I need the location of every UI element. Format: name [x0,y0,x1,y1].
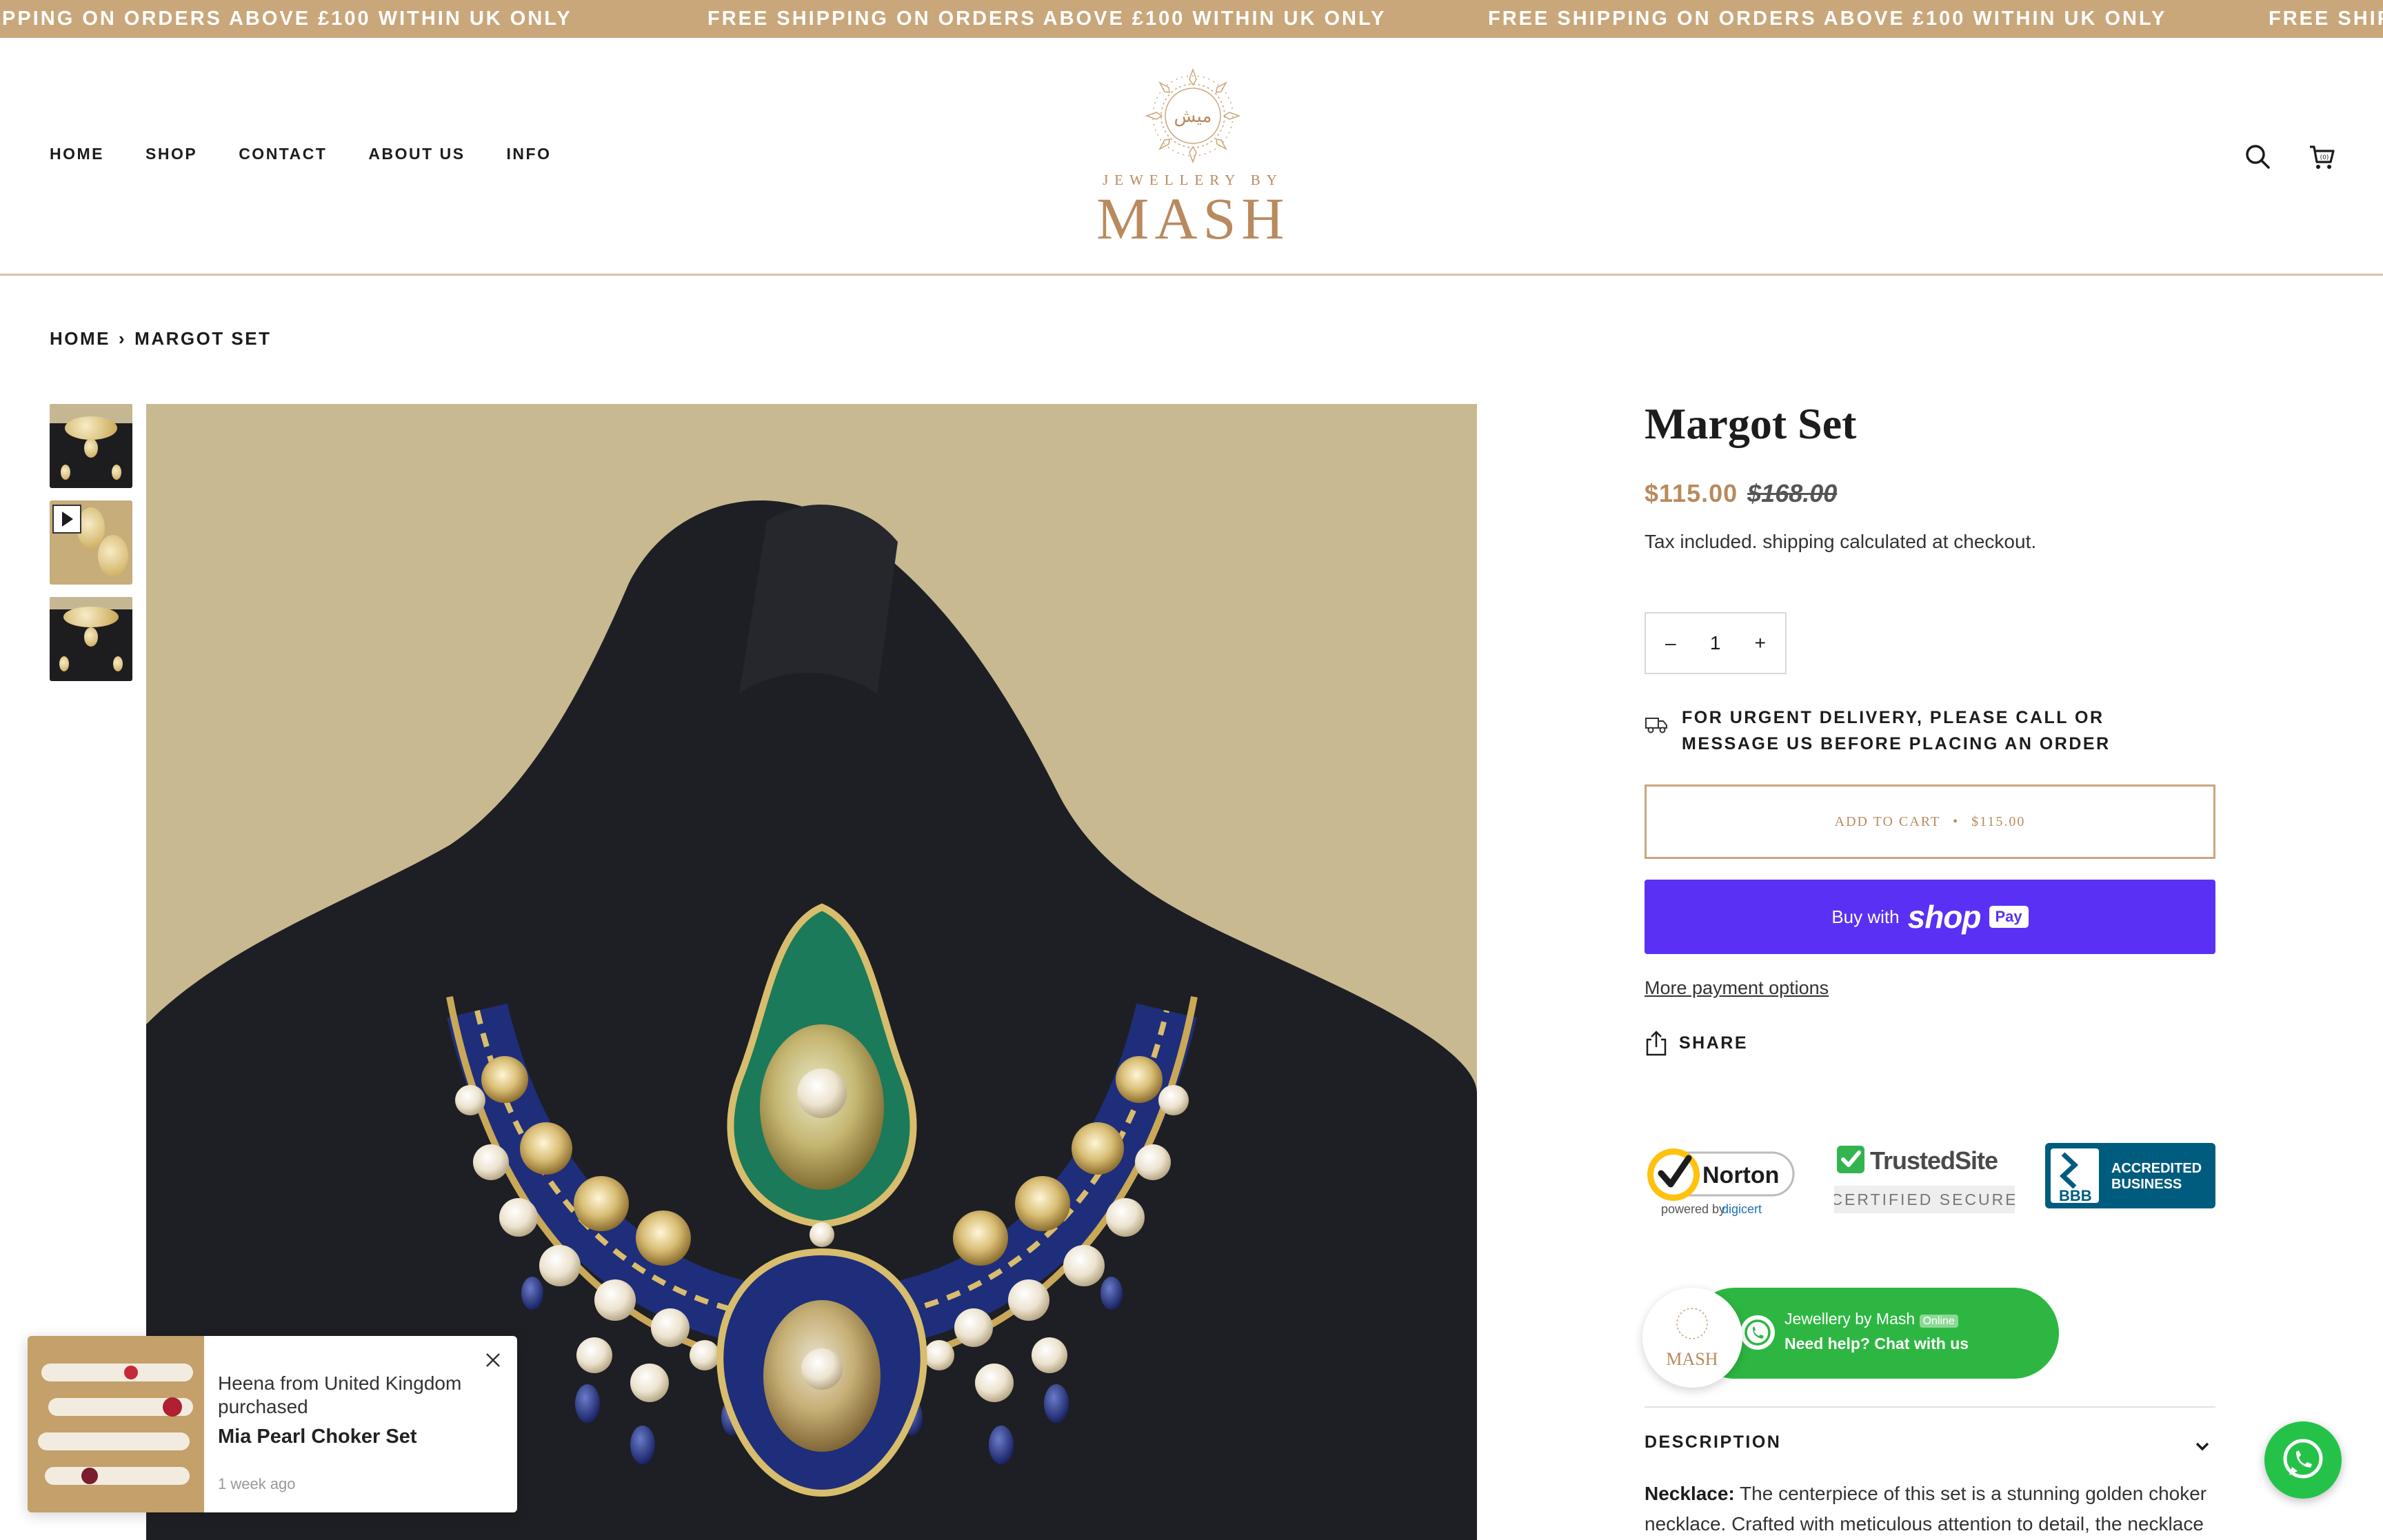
popup-product-name[interactable]: Mia Pearl Choker Set [218,1426,417,1448]
choker-set-image [28,1336,204,1512]
brand-avatar-icon: MASH [1666,1308,1718,1369]
delivery-truck-icon [1645,718,1667,733]
svg-text:Norton: Norton [1702,1162,1779,1188]
share-label: SHARE [1679,1033,1749,1053]
search-icon[interactable] [2242,141,2273,172]
svg-text:TrustedSite: TrustedSite [1870,1146,1998,1175]
qty-decrease-button[interactable]: – [1665,632,1676,654]
product-price: $115.00 $168.00 [1645,479,1837,508]
close-icon[interactable] [483,1350,503,1370]
announcement-bar: IPPING ON ORDERS ABOVE £100 WITHIN UK ON… [0,0,2383,38]
svg-text:CERTIFIED SECURE: CERTIFIED SECURE [1834,1191,2015,1208]
nav-home[interactable]: HOME [50,145,104,163]
product-thumbnail[interactable] [50,404,132,488]
svg-text:ACCREDITED: ACCREDITED [2111,1161,2202,1176]
bbb-logo-icon: BBB ACCREDITED BUSINESS [2051,1148,2202,1204]
more-payment-options-link[interactable]: More payment options [1645,977,1829,999]
logo-mandala-icon: ميش [1145,68,1241,164]
logo-brand: MASH [1096,185,1290,252]
recent-purchase-popup[interactable]: Heena from United Kingdom purchased Mia … [28,1336,517,1512]
section-divider [1645,1406,2215,1408]
description-text: Necklace: The centerpiece of this set is… [1645,1479,2215,1539]
qty-increase-button[interactable]: + [1755,632,1766,654]
trustedsite-badge[interactable]: TrustedSite CERTIFIED SECURE [1834,1143,2015,1215]
announcement-text: FREE SHIPPING ON ORDERS ABOVE £100 WITHI… [1488,8,2167,30]
breadcrumb-current: MARGOT SET [134,328,272,349]
share-icon [1646,1031,1667,1056]
site-header: HOME SHOP CONTACT ABOUT US INFO ميش JEWE… [0,38,2383,276]
urgent-delivery-note: FOR URGENT DELIVERY, PLEASE CALL OR MESS… [1645,705,2178,757]
popup-product-image [28,1336,204,1512]
add-to-cart-button[interactable]: ADD TO CART • $115.00 [1645,784,2215,859]
nav-info[interactable]: INFO [507,145,552,163]
chat-cta-text: Need help? Chat with us [1784,1335,1969,1352]
popup-time: 1 week ago [218,1475,296,1492]
site-logo[interactable]: ميش JEWELLERY BY MASH [1096,64,1289,250]
online-badge: Online [1919,1315,1958,1328]
breadcrumb-home[interactable]: HOME [50,328,110,349]
svg-text:digicert: digicert [1722,1202,1762,1216]
nav-shop[interactable]: SHOP [145,145,197,163]
description-accordion-header[interactable]: DESCRIPTION [1645,1432,1781,1452]
norton-badge[interactable]: Norton powered by digicert [1645,1139,1796,1222]
svg-text:(0): (0) [2320,154,2329,161]
description-label: Necklace: [1645,1483,1735,1504]
popup-customer-text: Heena from United Kingdom purchased [218,1372,462,1417]
breadcrumb: HOME › MARGOT SET [50,328,272,349]
breadcrumb-separator: › [119,328,127,349]
chat-brand-avatar: MASH [1642,1288,1742,1388]
svg-text:powered by: powered by [1661,1202,1725,1216]
svg-text:ميش: ميش [1174,106,1212,127]
announcement-text: IPPING ON ORDERS ABOVE £100 WITHIN UK ON… [0,8,572,30]
tax-note: Tax included. shipping calculated at che… [1645,531,2037,552]
whatsapp-float-button[interactable] [2264,1421,2342,1499]
qty-input[interactable]: 1 [1710,632,1721,654]
svg-text:MASH: MASH [1666,1349,1718,1369]
svg-text:BUSINESS: BUSINESS [2111,1177,2182,1192]
svg-text:BBB: BBB [2059,1187,2092,1204]
whatsapp-icon [2283,1439,2323,1479]
add-to-cart-separator: • [1953,813,1960,829]
add-to-cart-label: ADD TO CART [1834,813,1941,829]
product-thumbnail[interactable] [50,597,132,681]
urgent-delivery-text: FOR URGENT DELIVERY, PLEASE CALL OR MESS… [1682,708,2111,753]
play-icon [52,505,81,534]
announcement-text: FREE SHIPPING ON ORDERS ABOVE £100 WITHI… [707,8,1387,30]
product-title: Margot Set [1645,399,1857,448]
main-nav: HOME SHOP CONTACT ABOUT US INFO [50,145,552,163]
nav-about-us[interactable]: ABOUT US [368,145,465,163]
add-to-cart-price: $115.00 [1971,813,2026,829]
whatsapp-chat-widget[interactable]: Jewellery by Mash Online Need help? Chat… [1689,1288,2059,1379]
cart-icon[interactable]: (0) [2307,141,2337,172]
share-button[interactable]: SHARE [1645,1030,1748,1056]
product-thumbnail-video[interactable] [50,500,132,585]
sale-price: $115.00 [1645,479,1738,507]
whatsapp-icon [1740,1315,1775,1350]
shop-pay-logo: shop [1907,899,1982,935]
shop-pay-button[interactable]: Buy with shop Pay [1645,880,2215,954]
chat-business-name: Jewellery by Mash Online [1784,1310,1958,1328]
compare-price: $168.00 [1747,479,1838,507]
nav-contact[interactable]: CONTACT [239,145,327,163]
announcement-text: FREE SHIPP [2269,8,2383,30]
bbb-accredited-badge[interactable]: BBB ACCREDITED BUSINESS [2045,1143,2215,1208]
chevron-down-icon[interactable] [2194,1438,2211,1455]
quantity-stepper: – 1 + [1645,612,1787,674]
shop-pay-badge: Pay [1989,906,2029,928]
buy-with-label: Buy with [1831,906,1900,927]
